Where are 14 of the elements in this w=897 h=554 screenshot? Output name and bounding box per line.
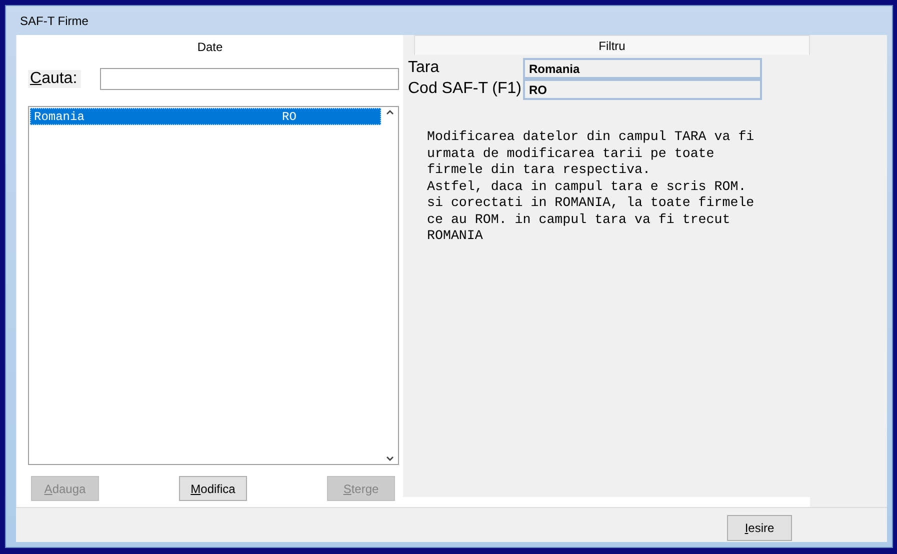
window-title: SAF-T Firme: [20, 14, 88, 28]
input-field[interactable]: RO: [523, 79, 762, 100]
field-label: Cod SAF-T (F1): [408, 79, 522, 98]
info-note: Modificarea datelor din campul TARA va fi urmata de modificarea tarii pe toate firmele din tara respectiva. Astfel, daca in campul tara e scris ROM. si corectati in ROMANIA, la toate firmele ce au ROM. in campul tara va fi trecut ROMANIA: [427, 129, 756, 244]
exit-button[interactable]: Iesire: [727, 515, 792, 541]
input-field[interactable]: Romania: [523, 58, 762, 79]
search-field[interactable]: [100, 68, 399, 90]
scroll-up-icon[interactable]: [386, 109, 394, 115]
search-label: Cauta:: [28, 70, 82, 88]
list-row[interactable]: Romania RO: [30, 108, 381, 125]
scroll-down-icon[interactable]: [386, 456, 394, 462]
tab[interactable]: Filtru: [414, 35, 810, 55]
action-button[interactable]: Modifica: [179, 476, 247, 501]
field-label: Tara: [408, 58, 440, 77]
